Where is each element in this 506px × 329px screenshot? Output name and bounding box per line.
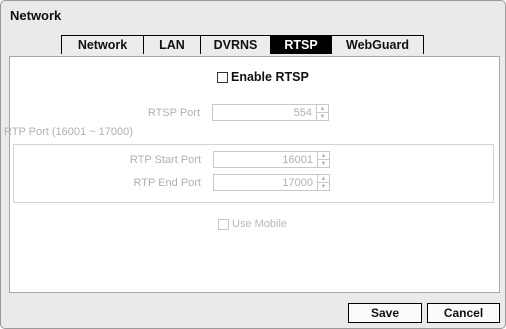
- tab-network[interactable]: Network: [61, 35, 144, 54]
- use-mobile-checkbox[interactable]: [218, 218, 229, 230]
- tab-dvrns[interactable]: DVRNS: [200, 35, 271, 54]
- rtp-end-port-spin-buttons: ▲ ▼: [317, 175, 329, 190]
- cancel-button[interactable]: Cancel: [427, 303, 500, 323]
- triangle-down-icon[interactable]: ▼: [317, 112, 328, 120]
- rtsp-port-spinner[interactable]: 554 ▲ ▼: [212, 104, 329, 121]
- tab-webguard[interactable]: WebGuard: [331, 35, 424, 54]
- rtsp-port-spin-buttons: ▲ ▼: [316, 105, 328, 120]
- rtp-start-port-spinner[interactable]: 16001 ▲ ▼: [213, 151, 330, 168]
- rtp-port-group: RTP Start Port 16001 ▲ ▼ RTP End Port 17…: [13, 144, 494, 203]
- rtsp-settings-panel: Enable RTSP RTSP Port 554 ▲ ▼ RTP Port (…: [4, 56, 500, 293]
- triangle-down-icon[interactable]: ▼: [318, 182, 329, 190]
- enable-rtsp-label: Enable RTSP: [231, 70, 309, 84]
- tab-bar: Network LAN DVRNS RTSP WebGuard: [61, 35, 424, 56]
- rtp-start-port-spin-buttons: ▲ ▼: [317, 152, 329, 167]
- rtp-end-port-label: RTP End Port: [133, 177, 201, 189]
- triangle-up-icon[interactable]: ▲: [318, 152, 329, 159]
- tab-lan[interactable]: LAN: [143, 35, 201, 54]
- dialog-title: Network: [10, 8, 62, 23]
- rtp-start-port-value: 16001: [282, 153, 313, 166]
- tab-rtsp[interactable]: RTSP: [270, 35, 332, 54]
- rtp-port-range-label: RTP Port (16001 ~ 17000): [4, 126, 133, 138]
- rtsp-port-value: 554: [293, 106, 312, 119]
- triangle-up-icon[interactable]: ▲: [317, 105, 328, 112]
- triangle-up-icon[interactable]: ▲: [318, 175, 329, 182]
- save-button[interactable]: Save: [348, 303, 422, 323]
- use-mobile-label: Use Mobile: [232, 218, 288, 230]
- rtp-end-port-value: 17000: [282, 176, 313, 189]
- rtsp-port-label: RTSP Port: [147, 107, 200, 119]
- enable-rtsp-checkbox[interactable]: [217, 71, 228, 83]
- rtp-end-port-spinner[interactable]: 17000 ▲ ▼: [213, 174, 330, 191]
- enable-rtsp-row: Enable RTSP: [217, 70, 309, 84]
- use-mobile-row: Use Mobile: [218, 218, 287, 230]
- triangle-down-icon[interactable]: ▼: [318, 159, 329, 167]
- rtp-start-port-label: RTP Start Port: [129, 154, 201, 166]
- network-dialog: Network Network LAN DVRNS RTSP WebGuard …: [0, 0, 506, 329]
